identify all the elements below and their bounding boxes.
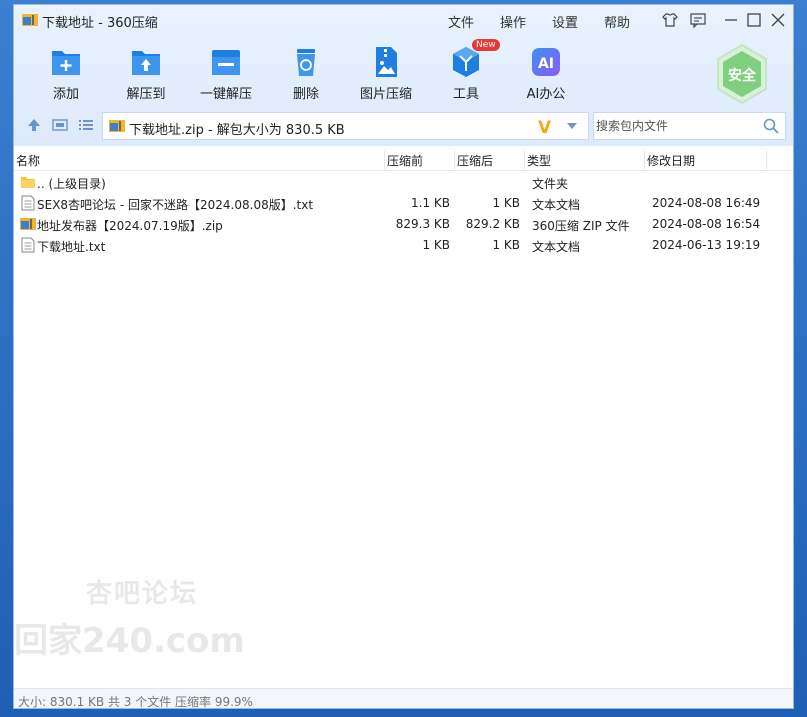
text-file-icon: [21, 237, 35, 253]
folder-icon: [21, 177, 35, 188]
top-area: 下载地址 - 360压缩 文件 操作 设置 帮助 添加 解压到 一键解压 删除 …: [14, 5, 793, 146]
address-text: 下载地址.zip - 解包大小为 830.5 KB: [129, 123, 345, 138]
close-icon[interactable]: [769, 11, 787, 29]
window-title: 下载地址 - 360压缩: [42, 16, 158, 31]
file-name: SEX8杏吧论坛 - 回家不迷路【2024.08.08版】.txt: [37, 198, 314, 212]
add-label: 添加: [52, 87, 79, 102]
file-size-before: 1.1 KB: [411, 196, 450, 210]
up-arrow-icon[interactable]: [25, 116, 43, 134]
file-size-after: 829.2 KB: [465, 217, 520, 231]
recycle-bin-icon: [297, 49, 315, 76]
column-divider[interactable]: [766, 151, 767, 169]
delete-label: 删除: [292, 87, 319, 102]
new-badge: New: [472, 39, 500, 51]
one-click-extract-label: 一键解压: [199, 87, 252, 102]
zip-app-icon: [22, 14, 38, 26]
menu-settings[interactable]: 设置: [552, 12, 578, 31]
watermark: 杏吧论坛 回家240.com: [14, 567, 276, 661]
column-type[interactable]: 类型: [527, 152, 551, 169]
status-text: 大小: 830.1 KB 共 3 个文件 压缩率 99.9%: [18, 695, 253, 709]
file-name: 地址发布器【2024.07.19版】.zip: [37, 219, 223, 233]
menu-help[interactable]: 帮助: [604, 12, 630, 31]
thumbnail-view-icon[interactable]: [51, 116, 69, 134]
file-row[interactable]: 下载地址.txt 1 KB 1 KB 文本文档 2024-06-13 19:19: [14, 235, 793, 256]
image-zip-icon: [376, 47, 397, 77]
feedback-icon[interactable]: [689, 11, 707, 29]
minimize-icon[interactable]: [722, 11, 740, 29]
file-row[interactable]: SEX8杏吧论坛 - 回家不迷路【2024.08.08版】.txt 1.1 KB…: [14, 193, 793, 214]
safe-button[interactable]: 安全: [714, 43, 770, 105]
one-click-extract-icon: [212, 50, 240, 75]
file-modified: 2024-08-08 16:54: [652, 217, 761, 231]
list-view-icon[interactable]: [77, 116, 95, 134]
ai-icon: AI: [532, 48, 560, 76]
file-size-before: 829.3 KB: [395, 217, 450, 231]
address-bar[interactable]: 下载地址.zip - 解包大小为 830.5 KB V: [102, 112, 589, 140]
image-compress-button[interactable]: 图片压缩: [350, 45, 422, 102]
file-modified: 2024-08-08 16:49: [652, 196, 761, 210]
menu-action[interactable]: 操作: [500, 12, 526, 31]
add-folder-icon: [52, 51, 80, 75]
file-name: .. (上级目录): [37, 177, 106, 191]
file-size-after: 1 KB: [492, 238, 520, 252]
column-header: 名称 压缩前 压缩后 类型 修改日期: [14, 149, 793, 171]
column-modified[interactable]: 修改日期: [647, 152, 695, 169]
file-size-before: 1 KB: [422, 238, 450, 252]
add-button[interactable]: 添加: [30, 45, 102, 102]
safe-label: 安全: [728, 68, 756, 84]
file-type: 文件夹: [532, 177, 569, 191]
ai-office-label: AI办公: [526, 87, 566, 102]
text-file-icon: [21, 195, 35, 211]
maximize-icon[interactable]: [745, 11, 763, 29]
search-icon[interactable]: [763, 118, 779, 134]
zip-archive-icon: [109, 120, 125, 132]
file-type: 文本文档: [532, 198, 581, 212]
watermark-line1: 杏吧论坛: [86, 579, 199, 609]
delete-button[interactable]: 删除: [270, 45, 342, 102]
image-compress-label: 图片压缩: [359, 87, 412, 102]
watermark-line2: 回家240.com: [14, 621, 245, 661]
app-window: 下载地址 - 360压缩 文件 操作 设置 帮助 添加 解压到 一键解压 删除 …: [13, 4, 794, 709]
ai-office-button[interactable]: AI AI办公: [510, 45, 582, 102]
extract-folder-icon: [132, 51, 160, 75]
file-type: 360压缩 ZIP 文件: [532, 219, 630, 233]
status-bar: 大小: 830.1 KB 共 3 个文件 压缩率 99.9%: [14, 688, 793, 709]
file-size-after: 1 KB: [492, 196, 520, 210]
file-row-parent[interactable]: .. (上级目录) 文件夹: [14, 172, 793, 193]
column-divider[interactable]: [644, 151, 645, 169]
menu-file[interactable]: 文件: [448, 12, 474, 31]
file-name: 下载地址.txt: [37, 240, 106, 254]
extract-to-label: 解压到: [126, 87, 166, 102]
search-input[interactable]: [596, 117, 756, 135]
search-box[interactable]: [593, 112, 786, 140]
svg-text:AI: AI: [538, 56, 554, 72]
column-divider[interactable]: [454, 151, 455, 169]
file-row[interactable]: 地址发布器【2024.07.19版】.zip 829.3 KB 829.2 KB…: [14, 214, 793, 235]
chevron-down-icon[interactable]: [566, 122, 578, 130]
title-bar: 下载地址 - 360压缩 文件 操作 设置 帮助: [14, 5, 793, 35]
tools-label: 工具: [452, 87, 479, 102]
file-modified: 2024-06-13 19:19: [652, 238, 761, 252]
file-type: 文本文档: [532, 240, 581, 254]
v-mark[interactable]: V: [538, 118, 551, 138]
zip-file-icon: [20, 218, 36, 230]
column-divider[interactable]: [524, 151, 525, 169]
column-divider[interactable]: [384, 151, 385, 169]
column-after[interactable]: 压缩后: [457, 152, 493, 169]
one-click-extract-button[interactable]: 一键解压: [190, 45, 262, 102]
tools-button[interactable]: New 工具: [430, 39, 502, 102]
extract-to-button[interactable]: 解压到: [110, 45, 182, 102]
skin-shirt-icon[interactable]: [661, 11, 679, 29]
column-name[interactable]: 名称: [16, 152, 40, 169]
column-before[interactable]: 压缩前: [387, 152, 423, 169]
